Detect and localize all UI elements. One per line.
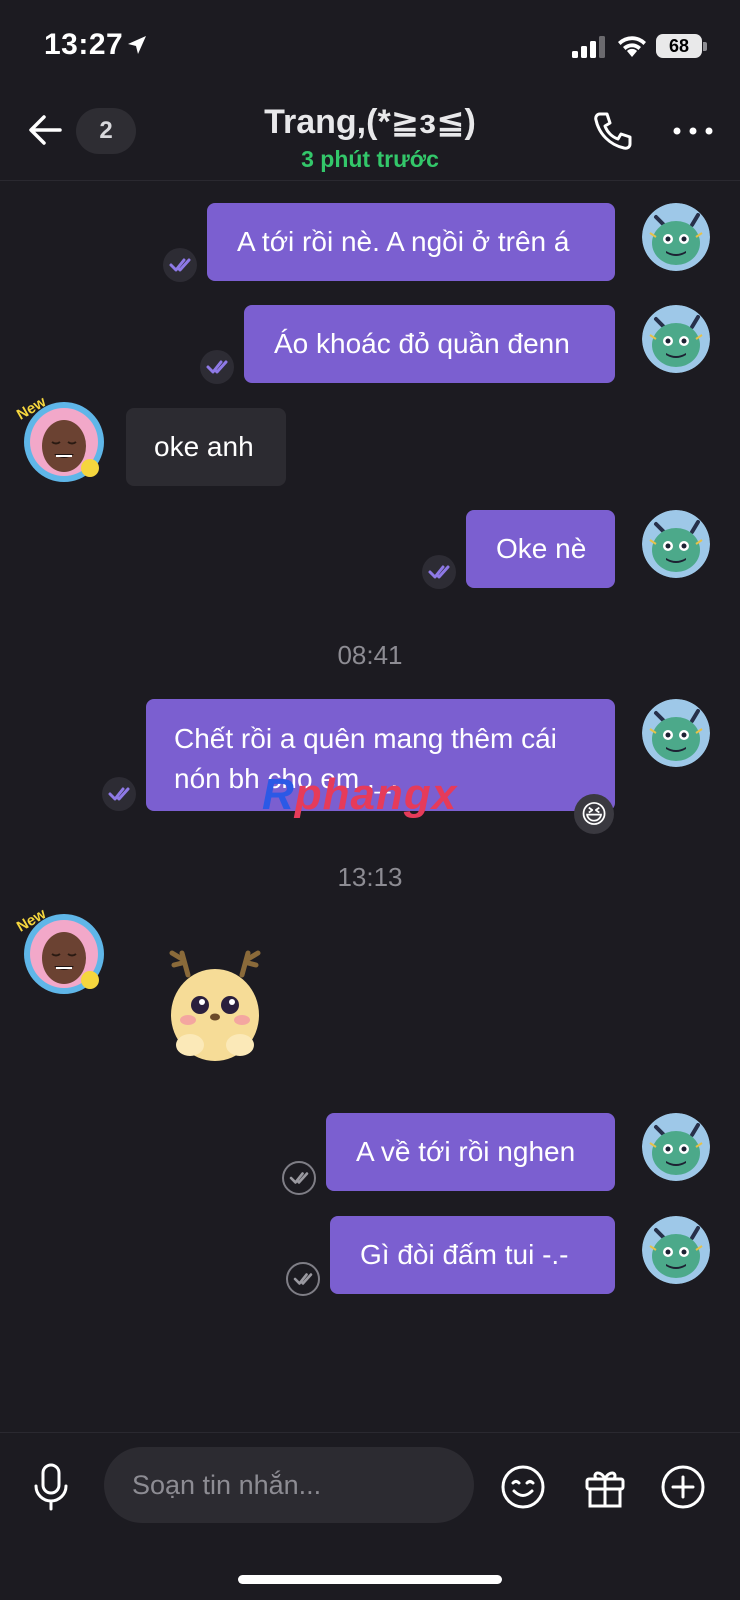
input-divider [0,1432,740,1433]
message-bubble[interactable]: A tới rồi nè. A ngồi ở trên á [207,203,615,281]
header-divider [0,180,740,181]
unread-count-badge[interactable]: 2 [76,108,136,154]
last-seen-status: 3 phút trước [301,146,439,172]
battery-level: 68 [656,34,702,58]
deer-sticker[interactable] [160,945,270,1065]
emoji-icon[interactable] [500,1464,546,1510]
read-receipt-icon [422,555,456,589]
double-check-icon [163,248,197,282]
my-avatar[interactable] [642,203,710,271]
message-bubble[interactable]: Áo khoác đỏ quần đenn [244,305,615,383]
message-bubble[interactable]: Gì đòi đấm tui -.- [330,1216,615,1294]
back-arrow-icon[interactable] [24,108,68,152]
status-time: 13:27 [44,28,124,61]
phone-icon[interactable] [590,108,636,154]
time-divider: 08:41 [337,640,403,670]
chat-title[interactable]: Trang,(*≧з≦) [150,102,590,142]
cellular-signal-icon [572,36,605,58]
my-avatar[interactable] [642,1216,710,1284]
read-receipt-icon [163,248,197,282]
message-bubble[interactable]: Oke nè [466,510,615,588]
my-avatar[interactable] [642,305,710,373]
more-dots-icon[interactable] [670,108,716,154]
home-indicator [238,1575,502,1584]
message-input[interactable] [104,1447,474,1523]
watermark: Rphangx [262,770,458,819]
watermark-text: phangx [294,770,458,819]
location-arrow-icon [128,36,146,54]
my-avatar[interactable] [642,699,710,767]
double-check-icon [422,555,456,589]
time-divider: 13:13 [337,862,403,892]
gift-icon[interactable] [582,1464,628,1510]
message-bubble[interactable]: oke anh [126,408,286,486]
read-receipt-icon [200,350,234,384]
message-bubble[interactable]: A về tới rồi nghen [326,1113,615,1191]
battery-tip [703,42,707,51]
message-reaction[interactable]: 😆 [574,794,614,834]
my-avatar[interactable] [642,1113,710,1181]
mic-icon[interactable] [28,1462,74,1512]
my-avatar[interactable] [642,510,710,578]
double-check-icon [284,1163,314,1193]
double-check-icon [102,777,136,811]
double-check-icon [200,350,234,384]
delivered-receipt-icon [282,1161,316,1195]
read-receipt-icon [102,777,136,811]
wifi-icon [618,36,646,57]
plus-icon[interactable] [660,1464,706,1510]
double-check-icon [288,1264,318,1294]
delivered-receipt-icon [286,1262,320,1296]
